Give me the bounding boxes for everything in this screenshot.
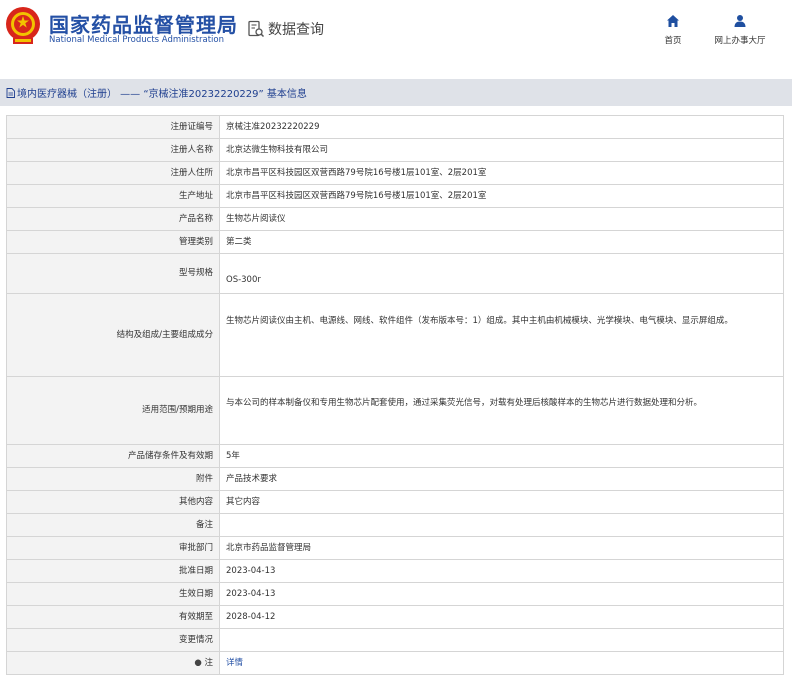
table-row: 注册人名称 北京达微生物科技有限公司 — [6, 138, 784, 162]
table-row: 结构及组成/主要组成成分 生物芯片阅读仪由主机、电源线、网线、软件组件（发布版本… — [6, 293, 784, 377]
row-label: 适用范围/预期用途 — [6, 376, 220, 445]
row-value: 2023-04-13 — [219, 582, 784, 606]
table-row: 备注 — [6, 513, 784, 537]
row-value: 北京市昌平区科技园区双营西路79号院16号楼1层101室、2层201室 — [219, 184, 784, 208]
row-value: 产品技术要求 — [219, 467, 784, 491]
row-label: 变更情况 — [6, 628, 220, 652]
row-value: 北京市昌平区科技园区双营西路79号院16号楼1层101室、2层201室 — [219, 161, 784, 185]
row-value: 5年 — [219, 444, 784, 468]
table-row: 批准日期 2023-04-13 — [6, 559, 784, 583]
row-value: 京械注准20232220229 — [219, 115, 784, 139]
row-label: 注册人住所 — [6, 161, 220, 185]
registration-detail-table: 注册证编号 京械注准20232220229 注册人名称 北京达微生物科技有限公司… — [6, 115, 784, 675]
site-title: 国家药品监督管理局 — [49, 13, 238, 37]
row-label: 其他内容 — [6, 490, 220, 514]
data-query-link[interactable]: 数据查询 — [247, 19, 324, 39]
row-value: 2028-04-12 — [219, 605, 784, 629]
record-title: 境内医疗器械（注册） —— “京械注准20232220229” 基本信息 — [17, 89, 307, 100]
table-row: 产品储存条件及有效期 5年 — [6, 444, 784, 468]
row-label: 备注 — [6, 513, 220, 537]
table-row: 注册人住所 北京市昌平区科技园区双营西路79号院16号楼1层101室、2层201… — [6, 161, 784, 185]
site-header: 国家药品监督管理局 National Medical Products Admi… — [0, 0, 792, 66]
record-title-bar: 境内医疗器械（注册） —— “京械注准20232220229” 基本信息 — [0, 79, 792, 106]
row-label: 注册证编号 — [6, 115, 220, 139]
row-label: 产品储存条件及有效期 — [6, 444, 220, 468]
row-label: 生效日期 — [6, 582, 220, 606]
row-value: 生物芯片阅读仪由主机、电源线、网线、软件组件（发布版本号：1）组成。其中主机由机… — [219, 293, 784, 377]
row-value: 2023-04-13 — [219, 559, 784, 583]
table-row: 附件 产品技术要求 — [6, 467, 784, 491]
row-value: 详情 — [219, 651, 784, 675]
row-label: 注 — [204, 657, 213, 668]
row-label: 生产地址 — [6, 184, 220, 208]
nav-online-office[interactable]: 网上办事大厅 — [710, 14, 770, 46]
row-value: OS-300r — [219, 253, 784, 294]
table-row: 审批部门 北京市药品监督管理局 — [6, 536, 784, 560]
user-icon — [734, 15, 746, 27]
row-value — [219, 628, 784, 652]
row-label: 有效期至 — [6, 605, 220, 629]
row-label: 审批部门 — [6, 536, 220, 560]
table-row: 产品名称 生物芯片阅读仪 — [6, 207, 784, 231]
row-value: 其它内容 — [219, 490, 784, 514]
row-label: 型号规格 — [6, 253, 220, 294]
row-value: 第二类 — [219, 230, 784, 254]
nav-home-label: 首页 — [664, 36, 682, 46]
row-label: 批准日期 — [6, 559, 220, 583]
row-value — [219, 513, 784, 537]
row-label: 附件 — [6, 467, 220, 491]
note-row-label: ● 注 — [6, 651, 220, 675]
row-label: 产品名称 — [6, 207, 220, 231]
row-label: 注册人名称 — [6, 138, 220, 162]
table-row: ● 注 详情 — [6, 651, 784, 675]
row-value: 生物芯片阅读仪 — [219, 207, 784, 231]
table-row: 管理类别 第二类 — [6, 230, 784, 254]
details-link[interactable]: 详情 — [226, 658, 243, 668]
table-row: 有效期至 2028-04-12 — [6, 605, 784, 629]
row-label: 管理类别 — [6, 230, 220, 254]
table-row: 变更情况 — [6, 628, 784, 652]
nav-home[interactable]: 首页 — [660, 14, 686, 46]
document-icon — [6, 87, 15, 98]
table-row: 注册证编号 京械注准20232220229 — [6, 115, 784, 139]
table-row: 适用范围/预期用途 与本公司的样本制备仪和专用生物芯片配套使用，通过采集荧光信号… — [6, 376, 784, 445]
site-subtitle: National Medical Products Administration — [49, 35, 224, 45]
data-query-label: 数据查询 — [268, 22, 324, 38]
row-value: 与本公司的样本制备仪和专用生物芯片配套使用，通过采集荧光信号，对载有处理后核酸样… — [219, 376, 784, 445]
home-icon — [667, 15, 679, 27]
table-row: 型号规格 OS-300r — [6, 253, 784, 294]
row-label: 结构及组成/主要组成成分 — [6, 293, 220, 377]
row-value: 北京达微生物科技有限公司 — [219, 138, 784, 162]
table-row: 生效日期 2023-04-13 — [6, 582, 784, 606]
table-row: 生产地址 北京市昌平区科技园区双营西路79号院16号楼1层101室、2层201室 — [6, 184, 784, 208]
bullet-icon: ● — [194, 657, 205, 668]
national-emblem-icon — [6, 7, 40, 44]
table-row: 其他内容 其它内容 — [6, 490, 784, 514]
row-value: 北京市药品监督管理局 — [219, 536, 784, 560]
document-search-icon — [248, 20, 265, 38]
nav-online-office-label: 网上办事大厅 — [714, 36, 766, 46]
